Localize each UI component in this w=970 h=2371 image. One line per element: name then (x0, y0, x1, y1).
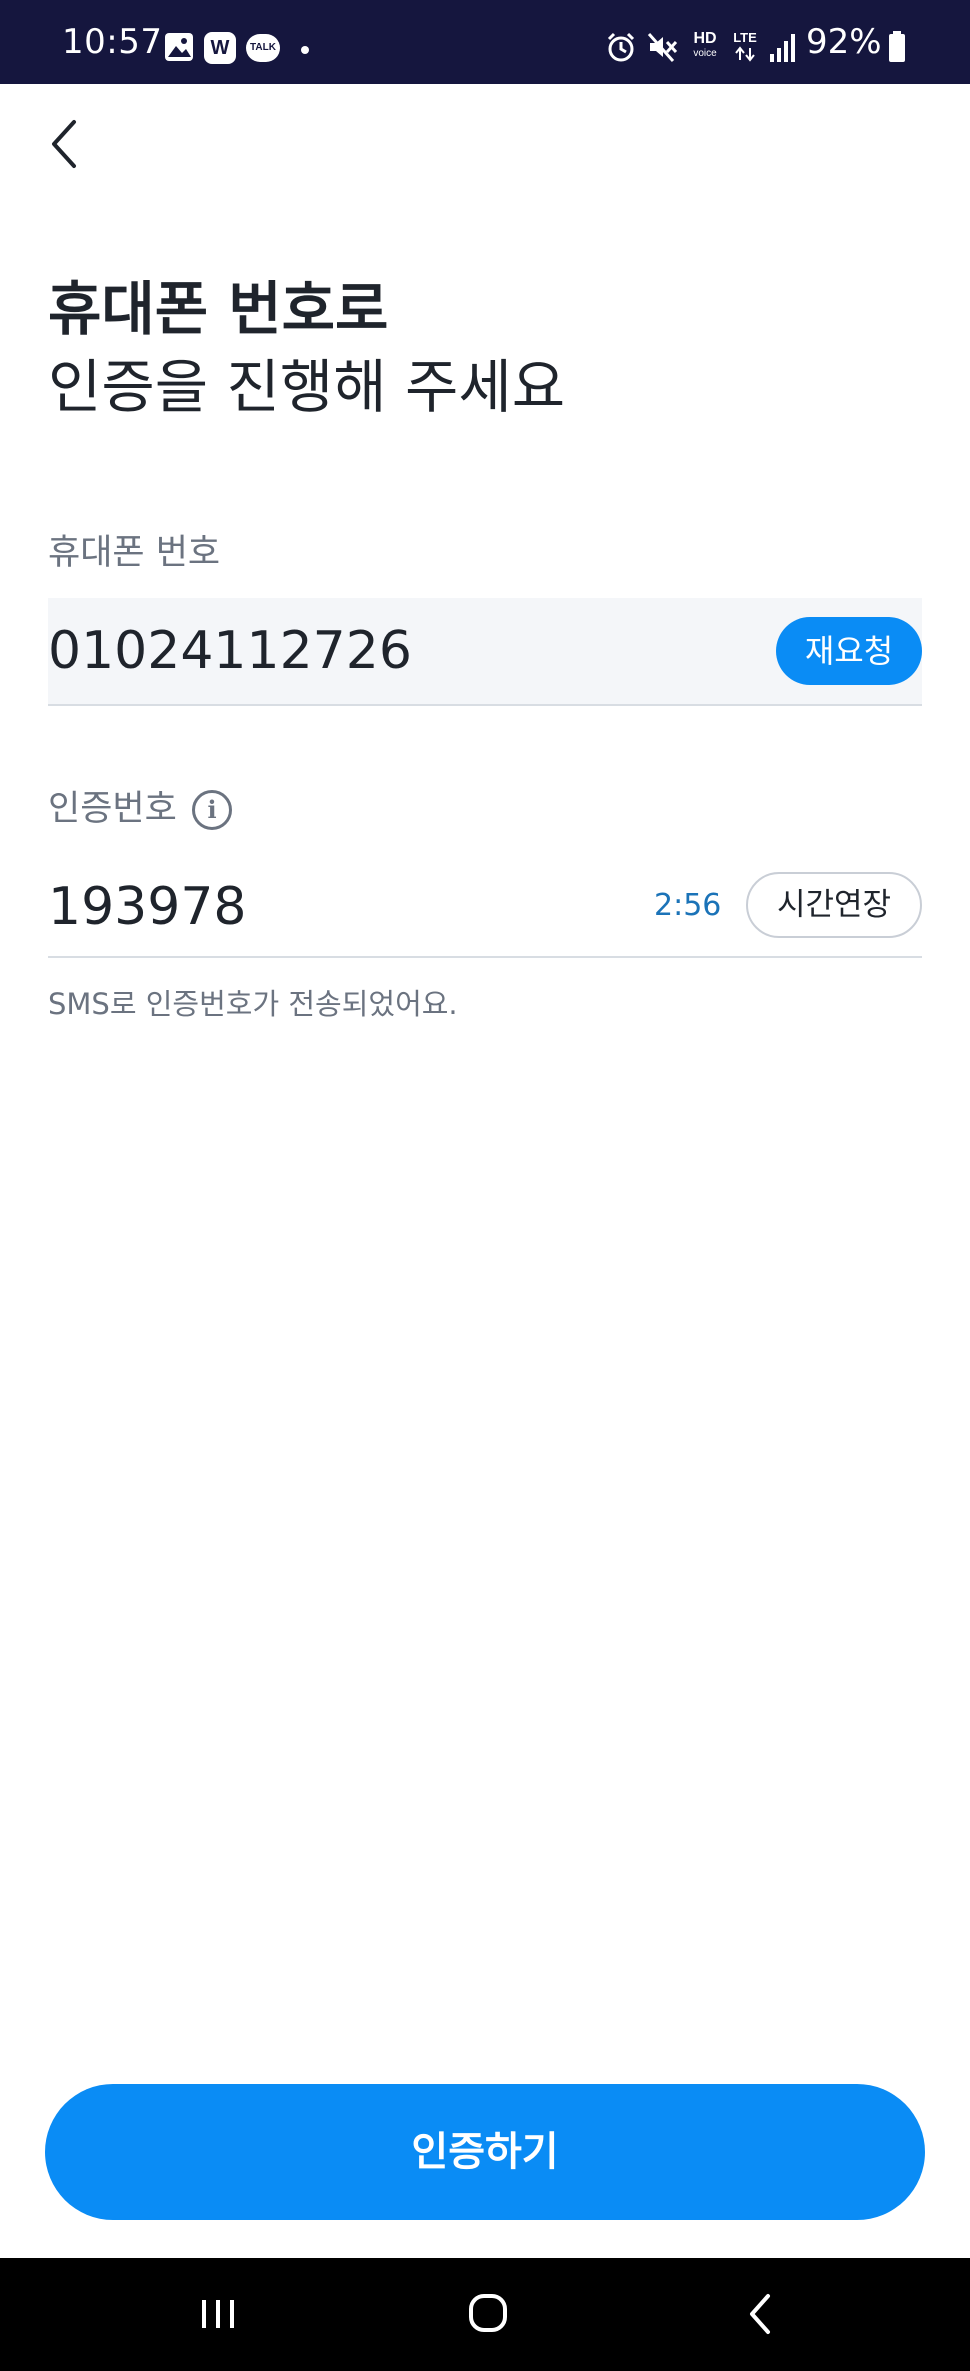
resend-button[interactable]: 재요청 (776, 617, 922, 685)
phone-field-label: 휴대폰 번호 (48, 533, 221, 573)
code-field: 193978 2:56 시간연장 (48, 860, 922, 958)
lte-icon: LTE (730, 30, 760, 64)
battery-level: 92% (806, 22, 882, 62)
kakaotalk-icon: TALK (246, 34, 280, 62)
alarm-icon (607, 32, 635, 62)
hd-label: HD (693, 30, 717, 47)
phone-field: 01024112726 재요청 (48, 598, 922, 706)
mute-icon (647, 33, 678, 62)
code-field-label: 인증번호 (48, 789, 177, 829)
info-icon[interactable]: i (192, 790, 232, 830)
status-time: 10:57 (62, 22, 163, 62)
battery-icon (889, 31, 905, 62)
page-title: 휴대폰 번호로 (48, 275, 389, 343)
countdown-timer: 2:56 (654, 888, 722, 923)
status-bar: 10:57 W TALK HD voice LTE 92% (0, 0, 970, 84)
hd-voice-icon: HD voice (688, 30, 722, 64)
home-button[interactable] (448, 2284, 528, 2344)
page-subtitle: 인증을 진행해 주세요 (48, 353, 566, 421)
helper-text: SMS로 인증번호가 전송되었어요. (48, 987, 458, 1021)
nav-back-button[interactable] (722, 2284, 802, 2344)
w-app-icon: W (204, 32, 236, 64)
code-input[interactable]: 193978 (48, 876, 247, 938)
recent-apps-button[interactable] (178, 2284, 258, 2344)
gallery-icon (165, 33, 193, 61)
recent-apps-icon (202, 2300, 234, 2328)
lte-label: LTE (733, 30, 757, 45)
home-icon (469, 2294, 507, 2332)
back-button[interactable] (40, 108, 100, 178)
signal-icon (770, 34, 795, 62)
data-arrows-icon (735, 46, 755, 62)
chevron-left-icon (52, 120, 76, 168)
extend-time-button[interactable]: 시간연장 (746, 872, 922, 938)
dot-icon (301, 46, 309, 54)
back-icon (750, 2294, 770, 2334)
phone-input[interactable]: 01024112726 (48, 620, 412, 682)
navigation-bar (0, 2258, 970, 2371)
voice-label: voice (693, 48, 717, 59)
verify-button[interactable]: 인증하기 (45, 2084, 925, 2220)
